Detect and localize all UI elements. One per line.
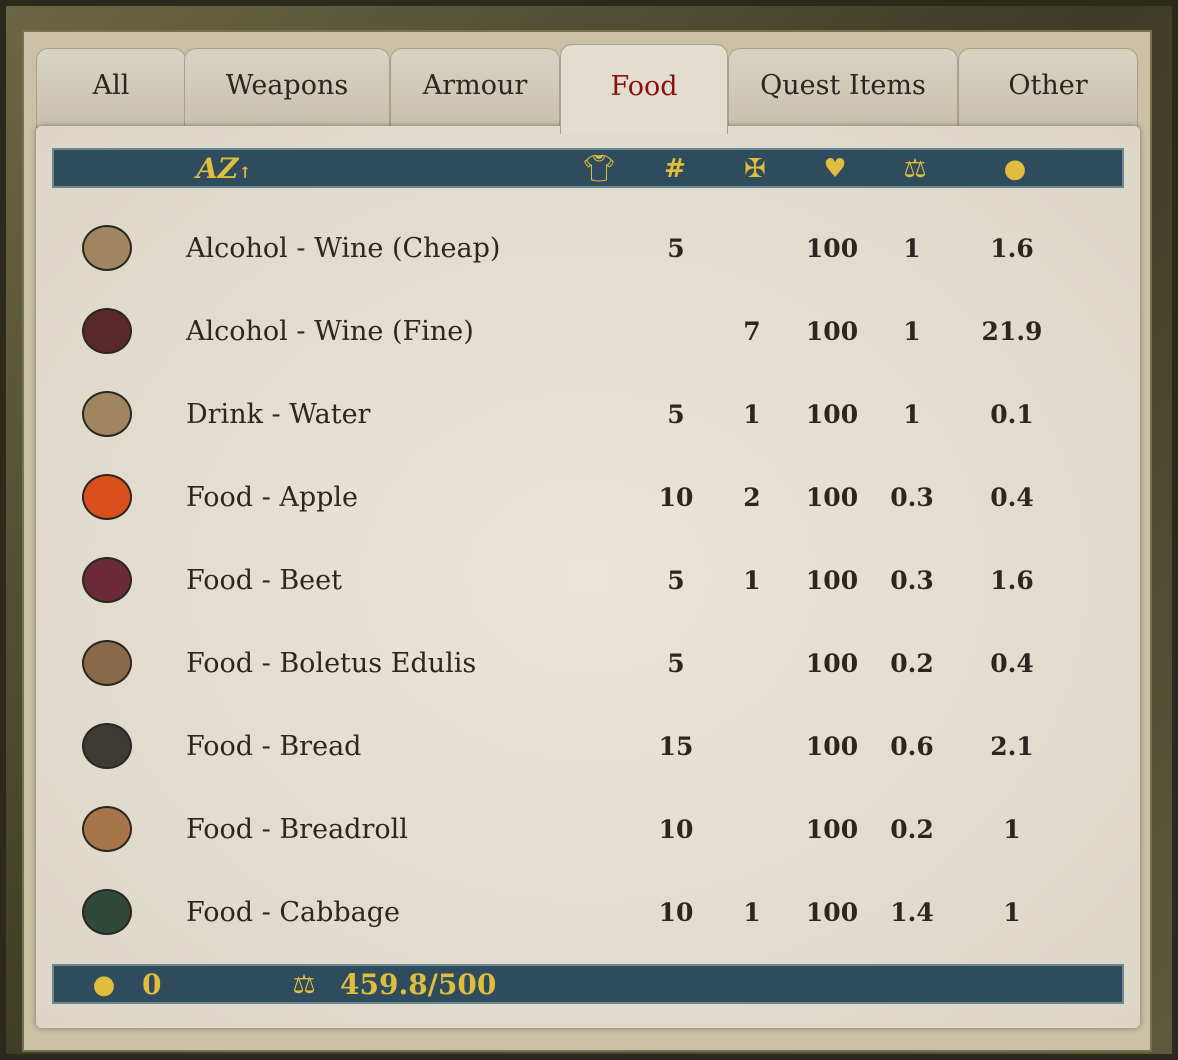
item-c2: 1: [743, 565, 761, 595]
amount-column-header[interactable]: #: [650, 154, 700, 184]
tab-weapons[interactable]: Weapons: [184, 48, 390, 128]
item-c3: 100: [805, 565, 859, 595]
bread-icon: [72, 716, 142, 776]
clothing-icon[interactable]: 👕︎: [574, 154, 624, 184]
mushroom-icon: [72, 633, 142, 693]
item-c5: 0.1: [990, 399, 1034, 429]
sort-alphabetical-button[interactable]: AZ↑: [184, 154, 264, 188]
item-c5: 1.6: [990, 233, 1034, 263]
item-c3: 100: [805, 731, 859, 761]
item-row[interactable]: Food - Beet 5 1 100 0.3 1.6: [66, 540, 1116, 620]
item-row[interactable]: Alcohol - Wine (Cheap) 5 100 1 1.6: [66, 208, 1116, 288]
item-c3: 100: [805, 482, 859, 512]
item-c1: 5: [667, 648, 685, 678]
column-header-bar: AZ↑ 👕︎ # ✠ ♥ ⚖ ●: [52, 148, 1124, 188]
item-c2: 7: [743, 316, 761, 346]
coins-icon: ●: [92, 970, 116, 1000]
tab-food[interactable]: Food: [560, 44, 728, 134]
tab-other[interactable]: Other: [958, 48, 1138, 128]
item-c5: 1: [1003, 897, 1021, 927]
item-row[interactable]: Food - Breadroll 10 100 0.2 1: [66, 789, 1116, 869]
arrow-up-icon: ↑: [238, 163, 252, 182]
item-c4: 0.2: [890, 648, 934, 678]
item-c3: 100: [805, 648, 859, 678]
inventory-panel: AZ↑ 👕︎ # ✠ ♥ ⚖ ● Alcohol - Wine (Cheap) 5…: [36, 126, 1140, 1028]
item-c4: 1: [903, 233, 921, 263]
item-c5: 21.9: [981, 316, 1043, 346]
water-skin-icon: [72, 384, 142, 444]
item-c2: 2: [743, 482, 761, 512]
item-c4: 1: [903, 316, 921, 346]
item-c4: 0.2: [890, 814, 934, 844]
tab-armour[interactable]: Armour: [390, 48, 560, 128]
item-c5: 0.4: [990, 648, 1034, 678]
item-c3: 100: [805, 399, 859, 429]
wine-skin-dark-icon: [72, 301, 142, 361]
cross-icon[interactable]: ✠: [730, 154, 780, 184]
item-row[interactable]: Food - Cabbage 10 1 100 1.4 1: [66, 872, 1116, 952]
item-c4: 1: [903, 399, 921, 429]
item-name: Drink - Water: [186, 398, 371, 430]
item-c1: 10: [658, 897, 694, 927]
item-c5: 0.4: [990, 482, 1034, 512]
item-name: Food - Cabbage: [186, 896, 401, 928]
item-name: Food - Apple: [186, 481, 359, 513]
item-c1: 15: [658, 731, 694, 761]
tab-label: Armour: [422, 69, 528, 101]
item-c2: 1: [743, 897, 761, 927]
item-c4: 0.3: [890, 482, 934, 512]
item-row[interactable]: Drink - Water 5 1 100 1 0.1: [66, 374, 1116, 454]
apple-icon: [72, 467, 142, 527]
item-c1: 10: [658, 482, 694, 512]
item-c4: 0.3: [890, 565, 934, 595]
item-name: Alcohol - Wine (Cheap): [186, 232, 501, 264]
sort-label: AZ: [196, 152, 239, 185]
item-name: Food - Breadroll: [186, 813, 408, 845]
item-c4: 0.6: [890, 731, 934, 761]
beet-icon: [72, 550, 142, 610]
item-c1: 10: [658, 814, 694, 844]
tab-label: Food: [610, 71, 678, 102]
item-c3: 100: [805, 316, 859, 346]
scales-icon[interactable]: ⚖: [890, 154, 940, 184]
item-row[interactable]: Alcohol - Wine (Fine) 7 100 1 21.9: [66, 291, 1116, 371]
footer-bar: ● 0 ⚖ 459.8/500: [52, 964, 1124, 1004]
tab-label: All: [92, 69, 130, 101]
item-name: Food - Boletus Edulis: [186, 647, 477, 679]
tab-label: Quest Items: [760, 69, 926, 101]
item-c3: 100: [805, 897, 859, 927]
item-c5: 1.6: [990, 565, 1034, 595]
item-c1: 5: [667, 233, 685, 263]
weight-capacity: 459.8/500: [340, 968, 497, 1001]
item-c4: 1.4: [890, 897, 934, 927]
tab-label: Weapons: [225, 69, 349, 101]
cabbage-icon: [72, 882, 142, 942]
item-c1: 5: [667, 565, 685, 595]
tab-quest-items[interactable]: Quest Items: [728, 48, 958, 128]
wine-skin-icon: [72, 218, 142, 278]
item-c5: 2.1: [990, 731, 1034, 761]
item-c5: 1: [1003, 814, 1021, 844]
item-c3: 100: [805, 814, 859, 844]
item-c2: 1: [743, 399, 761, 429]
scales-icon: ⚖: [292, 970, 316, 1000]
item-c3: 100: [805, 233, 859, 263]
item-row[interactable]: Food - Bread 15 100 0.6 2.1: [66, 706, 1116, 786]
item-row[interactable]: Food - Apple 10 2 100 0.3 0.4: [66, 457, 1116, 537]
breadroll-icon: [72, 799, 142, 859]
item-row[interactable]: Food - Boletus Edulis 5 100 0.2 0.4: [66, 623, 1116, 703]
item-name: Alcohol - Wine (Fine): [186, 315, 474, 347]
item-name: Food - Bread: [186, 730, 362, 762]
tab-all[interactable]: All: [36, 48, 186, 128]
item-c1: 5: [667, 399, 685, 429]
tab-label: Other: [1008, 69, 1088, 101]
broken-heart-icon[interactable]: ♥: [810, 154, 860, 184]
coins-icon[interactable]: ●: [990, 154, 1040, 184]
item-name: Food - Beet: [186, 564, 342, 596]
money-value: 0: [142, 968, 162, 1001]
